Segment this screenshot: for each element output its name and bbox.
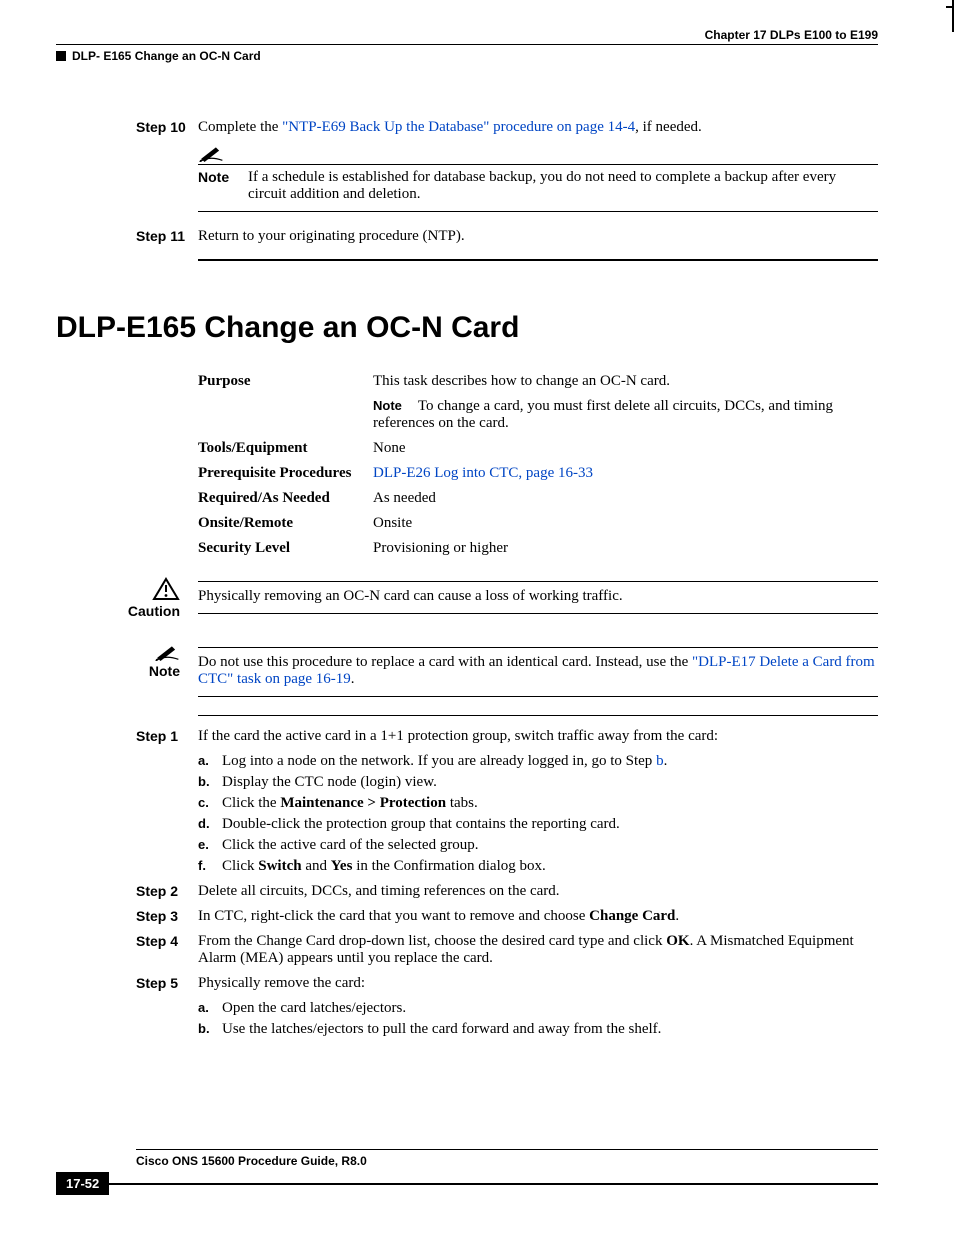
caution-triangle-icon bbox=[152, 577, 180, 601]
meta-required-value: As needed bbox=[373, 486, 888, 511]
prereq-link[interactable]: DLP-E26 Log into CTC, page 16-33 bbox=[373, 465, 593, 481]
step-text: From the Change Card drop-down list, cho… bbox=[198, 933, 878, 967]
substep-letter: e. bbox=[198, 837, 222, 854]
step-text: In CTC, right-click the card that you wa… bbox=[198, 908, 878, 925]
substep-letter: b. bbox=[198, 774, 222, 791]
pencil-note-icon bbox=[198, 144, 224, 162]
substep-text: Click the Maintenance > Protection tabs. bbox=[222, 795, 878, 812]
step-text: If the card the active card in a 1+1 pro… bbox=[198, 728, 878, 745]
step-11-label: Step 11 bbox=[136, 228, 198, 245]
substep-text: Display the CTC node (login) view. bbox=[222, 774, 878, 791]
footer-rule bbox=[109, 1183, 878, 1185]
crop-mark bbox=[940, 0, 954, 32]
substep-text: Click the active card of the selected gr… bbox=[222, 837, 878, 854]
substep-letter: f. bbox=[198, 858, 222, 875]
substep-link[interactable]: b bbox=[656, 753, 664, 769]
step-label: Step 1 bbox=[136, 728, 198, 745]
step-label: Step 2 bbox=[136, 883, 198, 900]
step-10-text: Complete the "NTP-E69 Back Up the Databa… bbox=[198, 119, 878, 136]
note2-label: Note bbox=[149, 663, 180, 679]
section-label: DLP- E165 Change an OC-N Card bbox=[72, 49, 261, 63]
substep-letter: b. bbox=[198, 1021, 222, 1038]
substep-letter: c. bbox=[198, 795, 222, 812]
note2-text: Do not use this procedure to replace a c… bbox=[198, 654, 878, 688]
step-label: Step 5 bbox=[136, 975, 198, 992]
step-label: Step 3 bbox=[136, 908, 198, 925]
substep-letter: d. bbox=[198, 816, 222, 833]
meta-required-key: Required/As Needed bbox=[198, 486, 373, 511]
step-10-label: Step 10 bbox=[136, 119, 198, 136]
meta-purpose-value: This task describes how to change an OC-… bbox=[373, 369, 888, 394]
header-rule bbox=[56, 44, 878, 45]
substep-text: Click Switch and Yes in the Confirmation… bbox=[222, 858, 878, 875]
meta-prereq-key: Prerequisite Procedures bbox=[198, 461, 373, 486]
caution-label: Caution bbox=[128, 603, 180, 619]
footer-book-title: Cisco ONS 15600 Procedure Guide, R8.0 bbox=[136, 1149, 878, 1168]
start-steps-rule bbox=[198, 715, 878, 716]
meta-onsite-key: Onsite/Remote bbox=[198, 511, 373, 536]
chapter-header: Chapter 17 DLPs E100 to E199 bbox=[56, 28, 878, 42]
step-11-text: Return to your originating procedure (NT… bbox=[198, 228, 878, 245]
end-task-rule bbox=[198, 259, 878, 261]
substep-text: Double-click the protection group that c… bbox=[222, 816, 878, 833]
meta-security-key: Security Level bbox=[198, 536, 373, 561]
meta-security-value: Provisioning or higher bbox=[373, 536, 888, 561]
note-text: If a schedule is established for databas… bbox=[248, 169, 878, 203]
substep-letter: a. bbox=[198, 753, 222, 770]
meta-tools-key: Tools/Equipment bbox=[198, 436, 373, 461]
substep-letter: a. bbox=[198, 1000, 222, 1017]
meta-purpose-key: Purpose bbox=[198, 369, 373, 394]
substep-text: Use the latches/ejectors to pull the car… bbox=[222, 1021, 878, 1038]
substep-text: Open the card latches/ejectors. bbox=[222, 1000, 878, 1017]
step-label: Step 4 bbox=[136, 933, 198, 967]
section-marker-icon bbox=[56, 51, 66, 61]
meta-tools-value: None bbox=[373, 436, 888, 461]
pencil-note-icon bbox=[154, 643, 180, 661]
backup-link[interactable]: "NTP-E69 Back Up the Database" procedure… bbox=[282, 119, 635, 135]
page-number-badge: 17-52 bbox=[56, 1172, 109, 1195]
step-text: Delete all circuits, DCCs, and timing re… bbox=[198, 883, 878, 900]
caution-text: Physically removing an OC-N card can cau… bbox=[198, 588, 878, 605]
meta-onsite-value: Onsite bbox=[373, 511, 888, 536]
substep-text: Log into a node on the network. If you a… bbox=[222, 753, 878, 770]
task-meta-table: Purpose This task describes how to chang… bbox=[198, 369, 888, 561]
note-label: Note bbox=[198, 169, 248, 203]
meta-note-label: Note bbox=[373, 398, 418, 413]
task-title: DLP-E165 Change an OC-N Card bbox=[56, 311, 878, 345]
step-text: Physically remove the card: bbox=[198, 975, 878, 992]
meta-note-text: To change a card, you must first delete … bbox=[373, 398, 833, 431]
